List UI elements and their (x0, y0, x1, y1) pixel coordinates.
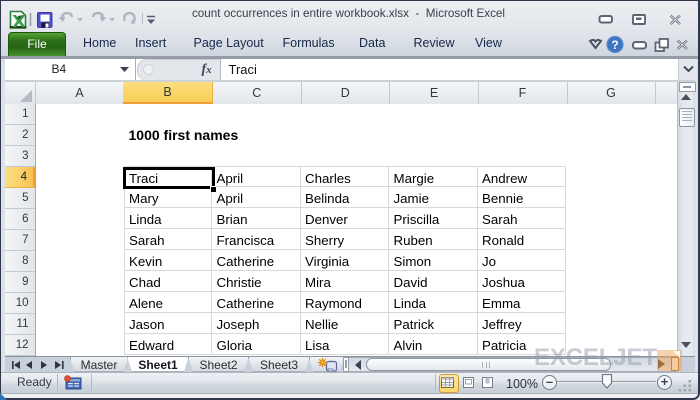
svg-text:?: ? (611, 38, 618, 52)
